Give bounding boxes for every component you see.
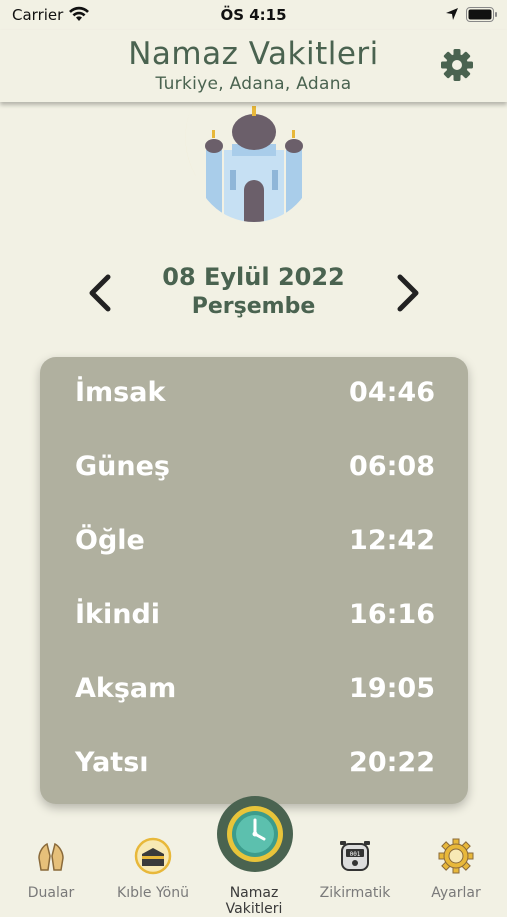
prayer-time: 19:05 bbox=[349, 673, 435, 704]
location-arrow-icon bbox=[446, 8, 458, 20]
settings-icon bbox=[438, 838, 474, 874]
tab-dualar[interactable]: Dualar bbox=[1, 832, 101, 901]
page-title: Namaz Vakitleri bbox=[128, 36, 379, 72]
gear-icon[interactable] bbox=[440, 48, 474, 82]
prayer-time: 20:22 bbox=[349, 747, 435, 778]
prayer-row: Güneş 06:08 bbox=[75, 451, 435, 491]
center-tab-button[interactable] bbox=[217, 796, 293, 872]
prayer-row: Yatsı 20:22 bbox=[75, 747, 435, 787]
prayer-times-card: İmsak 04:46 Güneş 06:08 Öğle 12:42 İkind… bbox=[40, 357, 468, 804]
prayer-row: Öğle 12:42 bbox=[75, 525, 435, 565]
prayer-name: İkindi bbox=[75, 599, 161, 630]
tab-ayarlar[interactable]: Ayarlar bbox=[406, 832, 506, 901]
tab-zikirmatik[interactable]: 001 Zikirmatik bbox=[305, 832, 405, 901]
prayer-row: İmsak 04:46 bbox=[75, 377, 435, 417]
tab-label: Kıble Yönü bbox=[117, 885, 189, 901]
kaaba-icon bbox=[134, 837, 172, 875]
clock-time: ÖS 4:15 bbox=[220, 6, 287, 24]
date-navigator: 08 Eylül 2022 Perşembe bbox=[0, 258, 507, 328]
prayer-time: 16:16 bbox=[349, 599, 435, 630]
chevron-right-icon[interactable] bbox=[392, 274, 422, 312]
app-header: Namaz Vakitleri Turkiye, Adana, Adana bbox=[0, 30, 507, 102]
tally-counter-icon: 001 bbox=[340, 841, 370, 871]
prayer-name: Güneş bbox=[75, 451, 170, 482]
prayer-time: 12:42 bbox=[349, 525, 435, 556]
tab-kible[interactable]: Kıble Yönü bbox=[103, 832, 203, 901]
prayer-time: 04:46 bbox=[349, 377, 435, 408]
tab-label: Namaz Vakitleri bbox=[225, 885, 283, 917]
praying-hands-icon bbox=[38, 842, 64, 871]
prayer-row: Akşam 19:05 bbox=[75, 673, 435, 713]
prayer-name: Yatsı bbox=[75, 747, 149, 778]
svg-text:001: 001 bbox=[350, 851, 361, 858]
location-subtitle: Turkiye, Adana, Adana bbox=[155, 74, 352, 94]
tab-label: Zikirmatik bbox=[319, 885, 391, 901]
date-label: 08 Eylül 2022 bbox=[162, 263, 345, 291]
status-bar: Carrier ÖS 4:15 bbox=[0, 0, 507, 30]
prayer-name: Öğle bbox=[75, 525, 145, 556]
prayer-time: 06:08 bbox=[349, 451, 435, 482]
prayer-name: Akşam bbox=[75, 673, 177, 704]
weekday-label: Perşembe bbox=[191, 294, 316, 319]
tab-label: Dualar bbox=[27, 885, 75, 901]
mosque-illustration bbox=[185, 90, 322, 222]
prayer-name: İmsak bbox=[75, 377, 166, 408]
prayer-row: İkindi 16:16 bbox=[75, 599, 435, 639]
clock-icon bbox=[227, 806, 283, 862]
tab-label: Ayarlar bbox=[431, 885, 481, 901]
battery-icon bbox=[466, 7, 497, 22]
